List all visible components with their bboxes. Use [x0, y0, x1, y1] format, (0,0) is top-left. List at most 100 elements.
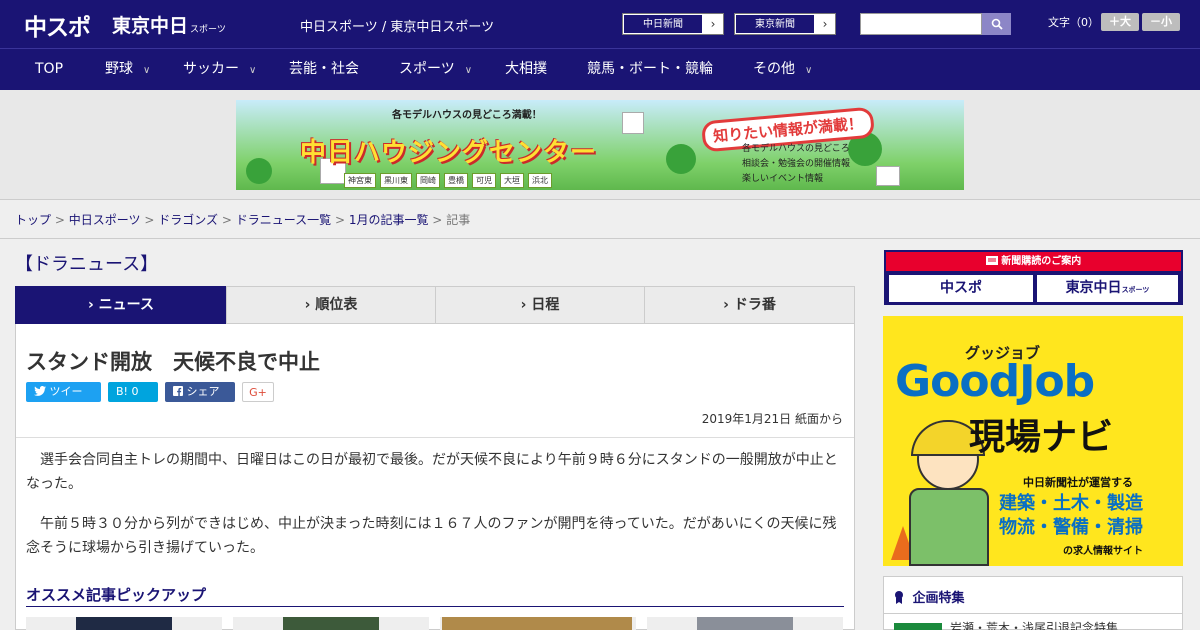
- tab-label: 順位表: [315, 297, 358, 313]
- city-label: 黒川東: [380, 173, 412, 188]
- feature-item[interactable]: 岩瀬・荒木・浅尾引退記念特集: [894, 619, 1118, 630]
- banner-list-item: 各モデルハウスの見どころ: [742, 144, 850, 154]
- font-size-label: 文字（0）: [1048, 16, 1099, 29]
- pickup-thumbnail[interactable]: [440, 617, 636, 630]
- hatena-button[interactable]: B! 0: [108, 382, 158, 402]
- nav-item-other[interactable]: その他 ∨: [753, 49, 812, 90]
- chuspo-logo[interactable]: 中スポ: [24, 8, 91, 42]
- tab-standings[interactable]: › 順位表: [226, 286, 436, 324]
- tokyo-logo-small: スポーツ: [190, 25, 226, 35]
- search-button[interactable]: [982, 13, 1011, 35]
- divider: [0, 238, 1200, 239]
- feature-title: 企画特集: [894, 587, 965, 606]
- gplus-button[interactable]: G+: [242, 382, 274, 402]
- article-paragraph: 午前５時３０分から列ができはじめ、中止が決まった時刻には１６７人のファンが開門を…: [26, 516, 837, 556]
- banner-cities: 神宮東 黒川東 岡崎 豊橋 可児 大垣 浜北: [344, 168, 556, 188]
- banner-list-item: 相談会・勉強会の開催情報: [742, 159, 851, 169]
- ad-jobs: 建築・土木・製造 物流・警備・清掃: [999, 492, 1143, 540]
- tab-label: ドラ番: [733, 297, 776, 313]
- ad-main-text: GoodJob: [895, 356, 1095, 407]
- news-tabs: › ニュース › 順位表 › 日程 › ドラ番: [15, 286, 855, 331]
- nav-item-entertainment[interactable]: 芸能・社会: [289, 49, 359, 90]
- tab-news[interactable]: › ニュース: [15, 286, 227, 331]
- breadcrumb-top[interactable]: トップ: [15, 213, 51, 227]
- nav-label: その他: [753, 61, 795, 77]
- nav-item-sumo[interactable]: 大相撲: [505, 49, 547, 90]
- tab-schedule[interactable]: › 日程: [435, 286, 645, 324]
- pickup-thumbnail[interactable]: [26, 617, 222, 630]
- tokyo-shimbun-label: 東京新聞: [735, 14, 815, 34]
- chevron-right-icon: ›: [88, 297, 94, 313]
- chunichi-shimbun-link[interactable]: 中日新聞 ›: [622, 13, 724, 35]
- search-input[interactable]: [860, 13, 982, 35]
- chevron-right-icon: ›: [520, 297, 527, 313]
- nav-label: サッカー: [183, 61, 239, 77]
- facebook-icon: [173, 386, 183, 396]
- chevron-right-icon: ›: [304, 297, 311, 313]
- worker-decoration: [909, 488, 989, 566]
- breadcrumb-separator: >: [54, 213, 65, 227]
- font-smaller-button[interactable]: －小: [1142, 13, 1180, 31]
- house-decoration: [876, 166, 900, 186]
- feature-thumbnail: [894, 622, 942, 630]
- subscribe-tokyo-button[interactable]: 東京中日スポーツ: [1037, 275, 1178, 302]
- banner-top-text: 各モデルハウスの見どころ満載！: [392, 110, 542, 121]
- banner-area: 各モデルハウスの見どころ満載！ 中日ハウジングセンター 知りたい情報が満載！ 各…: [0, 90, 1200, 200]
- ad-tail-text: の求人情報サイト: [1063, 546, 1143, 557]
- breadcrumb-separator: >: [334, 213, 345, 227]
- thumbnail-image: [697, 617, 793, 630]
- banner-list: 各モデルハウスの見どころ 相談会・勉強会の開催情報 楽しいイベント情報: [742, 142, 850, 187]
- gplus-icon: G+: [249, 386, 267, 399]
- ad-sub-text: 現場ナビ: [969, 417, 1114, 458]
- nav-label: 野球: [105, 61, 133, 77]
- nav-label: 芸能・社会: [289, 61, 359, 77]
- pickup-thumbnail[interactable]: [647, 617, 843, 630]
- chevron-right-icon: ›: [710, 17, 716, 31]
- site-title: 中日スポーツ / 東京中日スポーツ: [300, 20, 495, 35]
- tab-label: ニュース: [98, 297, 154, 313]
- newspaper-icon: [985, 256, 998, 265]
- nav-item-baseball[interactable]: 野球 ∨: [105, 49, 150, 90]
- pickup-thumbnail[interactable]: [233, 617, 429, 630]
- facebook-share-button[interactable]: シェア 0: [165, 382, 235, 418]
- article-date: 2019年1月21日 紙面から: [701, 412, 843, 426]
- tokyo-shimbun-link[interactable]: 東京新聞 ›: [734, 13, 836, 35]
- tokyo-chunichi-logo[interactable]: 東京中日 スポーツ: [112, 11, 226, 38]
- subscription-head: 新聞購読のご案内: [886, 252, 1181, 271]
- subscribe-tokyo-small: スポーツ: [1121, 286, 1150, 294]
- city-label: 大垣: [500, 173, 524, 188]
- feature-box: 企画特集 岩瀬・荒木・浅尾引退記念特集: [883, 576, 1183, 630]
- city-label: 豊橋: [444, 173, 468, 188]
- breadcrumb-separator: >: [221, 213, 232, 227]
- thumbnail-image: [442, 617, 632, 630]
- nav-item-sports[interactable]: スポーツ ∨: [399, 49, 472, 90]
- subscription-box: 新聞購読のご案内 中スポ 東京中日スポーツ: [884, 250, 1183, 305]
- feature-item-label: 岩瀬・荒木・浅尾引退記念特集: [950, 621, 1119, 630]
- subscribe-chuspo-button[interactable]: 中スポ: [889, 275, 1033, 302]
- house-decoration: [622, 112, 644, 134]
- divider: [26, 606, 844, 607]
- breadcrumb-dragons[interactable]: ドラゴンズ: [158, 213, 218, 227]
- subscription-head-label: 新聞購読のご案内: [1001, 256, 1082, 267]
- search-icon: [991, 18, 1003, 30]
- ad-desc-text: 中日新聞社が運営する: [1023, 476, 1133, 489]
- tab-dora-ban[interactable]: › ドラ番: [644, 286, 855, 324]
- nav-item-soccer[interactable]: サッカー ∨: [183, 49, 256, 90]
- chevron-down-icon: ∨: [464, 65, 473, 76]
- breadcrumb-dora-news-list[interactable]: ドラニュース一覧: [236, 213, 331, 227]
- breadcrumb-january-list[interactable]: 1月の記事一覧: [349, 213, 429, 227]
- twitter-icon: [34, 386, 46, 396]
- breadcrumb-chunichi-sports[interactable]: 中日スポーツ: [69, 213, 141, 227]
- goodjob-ad[interactable]: グッジョブ GoodJob 現場ナビ 中日新聞社が運営する 建築・土木・製造 物…: [883, 316, 1183, 566]
- housing-center-banner[interactable]: 各モデルハウスの見どころ満載！ 中日ハウジングセンター 知りたい情報が満載！ 各…: [236, 100, 964, 190]
- pickup-title: オススメ記事ピックアップ: [26, 586, 207, 604]
- thumbnail-image: [283, 617, 379, 630]
- chunichi-shimbun-label: 中日新聞: [623, 14, 703, 34]
- city-label: 神宮東: [344, 173, 376, 188]
- tweet-button[interactable]: ツイート: [26, 382, 101, 418]
- nav-label: 競馬・ボート・競輪: [587, 61, 713, 77]
- font-larger-button[interactable]: ＋大: [1101, 13, 1139, 31]
- nav-item-racing[interactable]: 競馬・ボート・競輪: [587, 49, 713, 90]
- nav-label: TOP: [35, 61, 64, 77]
- nav-item-top[interactable]: TOP: [35, 49, 63, 90]
